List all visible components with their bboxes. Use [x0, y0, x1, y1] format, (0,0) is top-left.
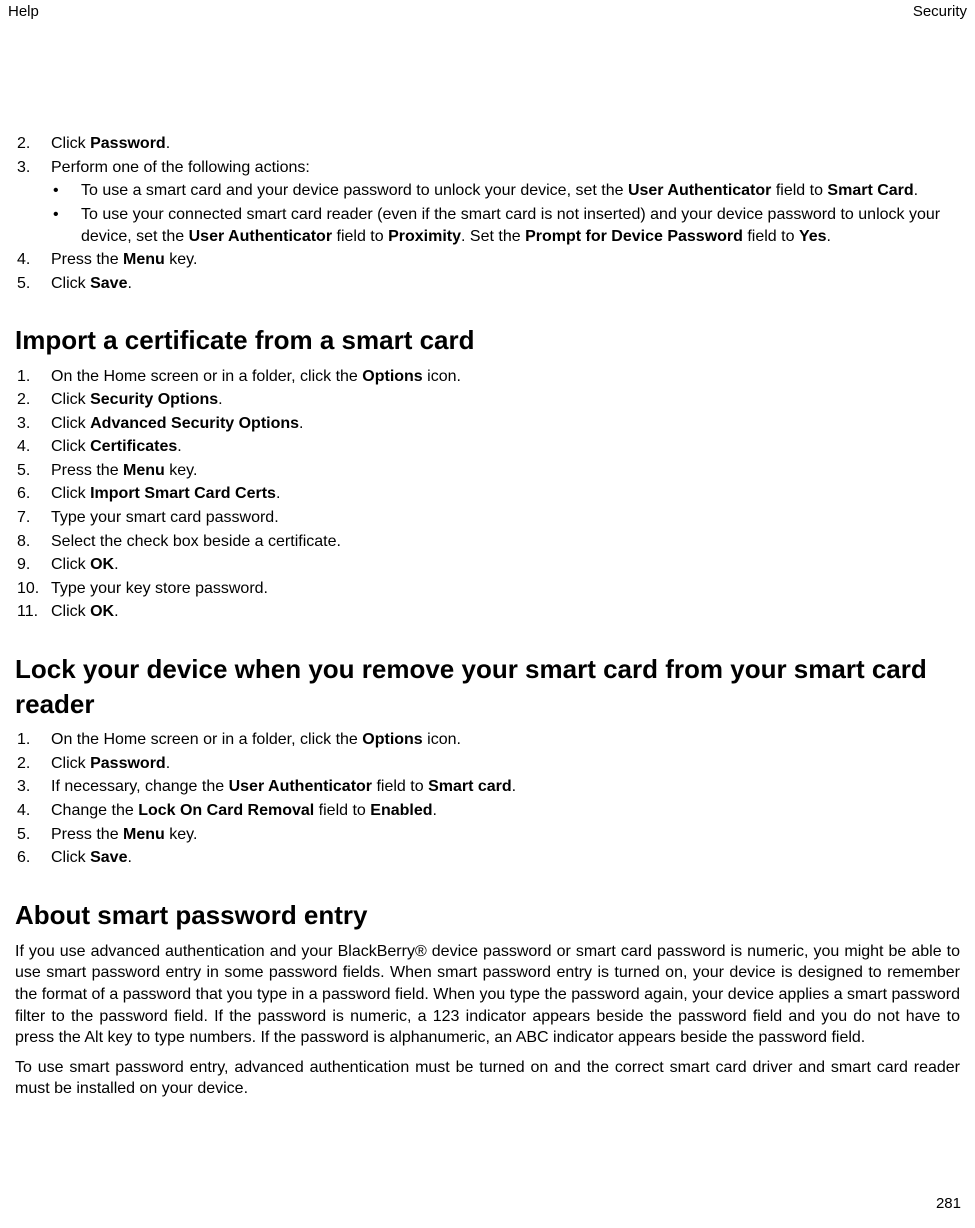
bullet-item: • To use a smart card and your device pa…	[51, 179, 960, 203]
step-number: 6.	[15, 483, 51, 505]
step-number: 5.	[15, 460, 51, 482]
step-text: Click Save.	[51, 847, 960, 869]
step-number: 10.	[15, 578, 51, 600]
step-item: 3.If necessary, change the User Authenti…	[15, 775, 960, 799]
step-number: 5.	[15, 824, 51, 846]
step-text: Press the Menu key.	[51, 824, 960, 846]
step-item: 8.Select the check box beside a certific…	[15, 530, 960, 554]
step-text: Select the check box beside a certificat…	[51, 531, 960, 553]
step-text: Click Security Options.	[51, 389, 960, 411]
step-number: 1.	[15, 366, 51, 388]
header-left: Help	[8, 2, 39, 22]
sub-bullets: • To use a smart card and your device pa…	[15, 179, 960, 248]
step-item: 7.Type your smart card password.	[15, 506, 960, 530]
step-number: 3.	[15, 413, 51, 435]
step-text: If necessary, change the User Authentica…	[51, 776, 960, 798]
step-item: 10.Type your key store password.	[15, 577, 960, 601]
bullet-text: To use your connected smart card reader …	[81, 204, 960, 247]
steps-intro-cont: 4. Press the Menu key. 5. Click Save.	[15, 248, 960, 295]
steps-import-cert: 1.On the Home screen or in a folder, cli…	[15, 365, 960, 625]
step-item: 2. Click Password.	[15, 132, 960, 156]
bullet-dot: •	[51, 204, 81, 226]
step-item: 1.On the Home screen or in a folder, cli…	[15, 728, 960, 752]
step-number: 4.	[15, 436, 51, 458]
bullet-text: To use a smart card and your device pass…	[81, 180, 960, 202]
page: Help Security 2. Click Password. 3. Perf…	[0, 0, 975, 1228]
step-number: 5.	[15, 273, 51, 295]
step-text: Click Import Smart Card Certs.	[51, 483, 960, 505]
step-item: 5.Press the Menu key.	[15, 823, 960, 847]
step-item: 11.Click OK.	[15, 600, 960, 624]
paragraph: If you use advanced authentication and y…	[15, 941, 960, 1049]
bullet-dot: •	[51, 180, 81, 202]
step-number: 2.	[15, 753, 51, 775]
step-text: On the Home screen or in a folder, click…	[51, 729, 960, 751]
step-text: Click Password.	[51, 753, 960, 775]
step-item: 4.Click Certificates.	[15, 435, 960, 459]
step-item: 6.Click Import Smart Card Certs.	[15, 482, 960, 506]
step-text: Click Save.	[51, 273, 960, 295]
step-number: 9.	[15, 554, 51, 576]
page-content: 2. Click Password. 3. Perform one of the…	[0, 22, 975, 1100]
step-number: 2.	[15, 389, 51, 411]
step-text: On the Home screen or in a folder, click…	[51, 366, 960, 388]
step-text: Perform one of the following actions:	[51, 157, 960, 179]
step-number: 7.	[15, 507, 51, 529]
step-item: 6.Click Save.	[15, 846, 960, 870]
step-item: 5. Click Save.	[15, 272, 960, 296]
step-text: Change the Lock On Card Removal field to…	[51, 800, 960, 822]
step-item: 3. Perform one of the following actions:	[15, 156, 960, 180]
step-item: 3.Click Advanced Security Options.	[15, 412, 960, 436]
step-item: 1.On the Home screen or in a folder, cli…	[15, 365, 960, 389]
step-text: Click Advanced Security Options.	[51, 413, 960, 435]
step-number: 11.	[15, 601, 51, 623]
heading-import-cert: Import a certificate from a smart card	[15, 323, 960, 358]
step-number: 8.	[15, 531, 51, 553]
steps-intro: 2. Click Password. 3. Perform one of the…	[15, 132, 960, 179]
step-text: Type your key store password.	[51, 578, 960, 600]
step-number: 1.	[15, 729, 51, 751]
step-number: 3.	[15, 157, 51, 179]
step-text: Click OK.	[51, 601, 960, 623]
step-number: 3.	[15, 776, 51, 798]
page-number: 281	[936, 1194, 961, 1214]
step-item: 9.Click OK.	[15, 553, 960, 577]
step-item: 2.Click Security Options.	[15, 388, 960, 412]
step-text: Click Certificates.	[51, 436, 960, 458]
step-text: Type your smart card password.	[51, 507, 960, 529]
steps-lock-device: 1.On the Home screen or in a folder, cli…	[15, 728, 960, 870]
step-text: Click Password.	[51, 133, 960, 155]
heading-smart-password-entry: About smart password entry	[15, 898, 960, 933]
step-number: 2.	[15, 133, 51, 155]
paragraph: To use smart password entry, advanced au…	[15, 1057, 960, 1100]
step-number: 6.	[15, 847, 51, 869]
step-item: 5.Press the Menu key.	[15, 459, 960, 483]
step-number: 4.	[15, 800, 51, 822]
bullet-item: • To use your connected smart card reade…	[51, 203, 960, 248]
page-header: Help Security	[0, 0, 975, 22]
step-item: 4. Press the Menu key.	[15, 248, 960, 272]
step-text: Press the Menu key.	[51, 249, 960, 271]
step-item: 2.Click Password.	[15, 752, 960, 776]
step-number: 4.	[15, 249, 51, 271]
heading-lock-device: Lock your device when you remove your sm…	[15, 652, 960, 722]
step-text: Click OK.	[51, 554, 960, 576]
step-text: Press the Menu key.	[51, 460, 960, 482]
step-item: 4.Change the Lock On Card Removal field …	[15, 799, 960, 823]
header-right: Security	[913, 2, 967, 22]
